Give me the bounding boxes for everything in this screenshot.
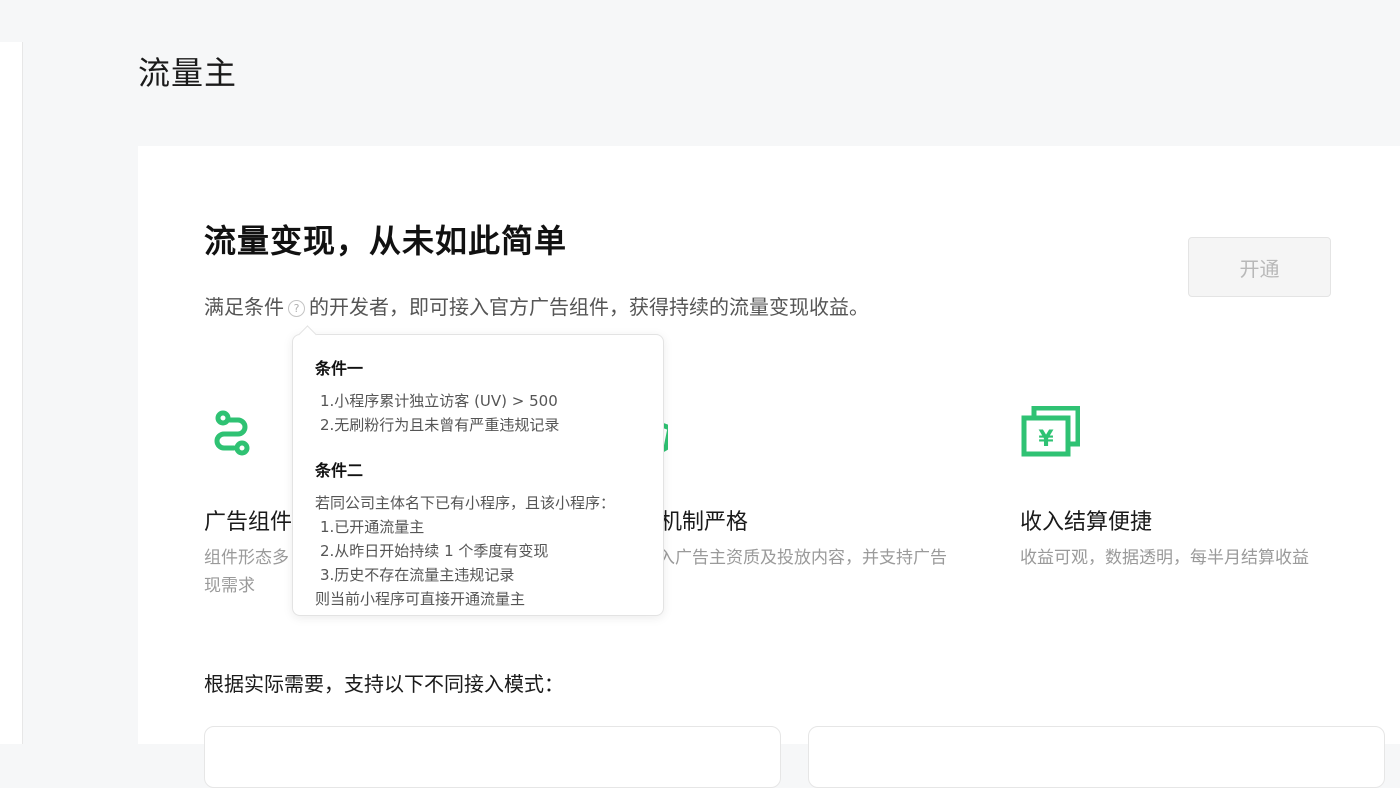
feature-desc: 入广告主资质及投放内容，并支持广告: [658, 548, 947, 568]
condition-two-title: 条件二: [315, 461, 364, 480]
conditions-tooltip: 条件一 1.小程序累计独立访客 (UV) > 500 2.无刷粉行为且未曾有严重…: [292, 334, 664, 616]
page-title: 流量主: [138, 54, 238, 92]
condition-outro: 则当前小程序可直接开通流量主: [315, 590, 526, 608]
yen-bill-icon: ¥: [1021, 406, 1080, 457]
condition-item: 2.从昨日开始持续 1 个季度有变现: [320, 542, 549, 560]
hero-subtitle: 满足条件? 的开发者，即可接入官方广告组件，获得持续的流量变现收益。: [204, 291, 869, 320]
feature-title: 机制严格: [660, 510, 749, 535]
condition-item: 2.无刷粉行为且未曾有严重违规记录: [320, 416, 560, 434]
feature-desc-line: 现需求: [204, 576, 255, 596]
svg-text:¥: ¥: [1038, 427, 1054, 452]
subtitle-suffix: 的开发者，即可接入官方广告组件，获得持续的流量变现收益。: [309, 295, 869, 319]
condition-intro: 若同公司主体名下已有小程序，且该小程序：: [315, 494, 616, 512]
feature-title: 收入结算便捷: [1020, 510, 1153, 535]
feature-desc: 收益可观，数据透明，每半月结算收益: [1020, 548, 1309, 568]
mode-card[interactable]: [204, 726, 781, 788]
sidebar-edge: [0, 42, 23, 744]
hero-title: 流量变现，从未如此简单: [204, 222, 568, 260]
modes-heading: 根据实际需要，支持以下不同接入模式：: [204, 672, 564, 696]
subtitle-prefix: 满足条件: [204, 295, 284, 319]
condition-item: 1.已开通流量主: [320, 518, 425, 536]
condition-item: 1.小程序累计独立访客 (UV) > 500: [320, 392, 558, 410]
feature-desc: 组件形态多 现需求: [204, 544, 289, 600]
condition-one-title: 条件一: [315, 359, 364, 378]
feature-desc-line: 组件形态多: [204, 548, 289, 568]
feature-title: 广告组件: [204, 510, 293, 535]
route-icon: [214, 410, 250, 456]
mode-card[interactable]: [808, 726, 1385, 788]
open-button[interactable]: 开通: [1188, 237, 1331, 297]
help-icon[interactable]: ?: [288, 300, 305, 317]
condition-item: 3.历史不存在流量主违规记录: [320, 566, 515, 584]
